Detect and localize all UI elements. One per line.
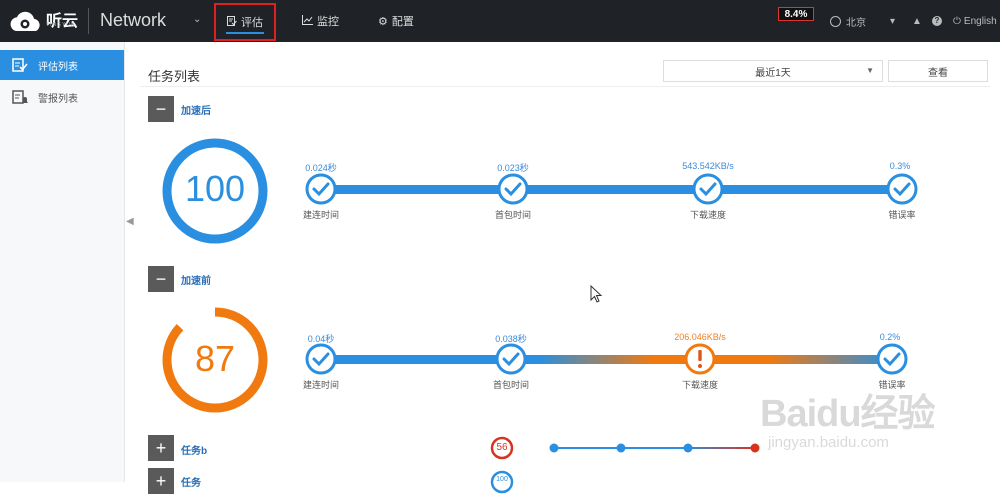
nav-config[interactable]: ⚙ 配置: [378, 0, 414, 42]
nav-monitor[interactable]: 监控: [302, 0, 339, 42]
metric-value: 0.024秒: [305, 163, 337, 173]
user-location: 北京: [846, 17, 866, 29]
cloud-logo-icon: [8, 11, 44, 33]
page-title: 任务列表: [148, 69, 201, 84]
mini-metric-track: [549, 443, 760, 453]
watermark-url: jingyan.baidu.com: [768, 434, 889, 451]
check-icon: [876, 343, 908, 375]
sidebar: 评估列表 警报列表: [0, 42, 125, 482]
percent-badge[interactable]: 8.4%: [778, 7, 814, 21]
view-button[interactable]: 查看: [888, 60, 988, 82]
mouse-cursor-icon: [590, 285, 602, 303]
power-icon: ⏻: [953, 15, 961, 27]
check-icon: [692, 173, 724, 205]
metric-label: 首包时间: [492, 380, 530, 390]
user-menu[interactable]: 北京: [830, 0, 866, 42]
task-label[interactable]: 任务b: [181, 442, 207, 457]
check-icon: [497, 173, 529, 205]
watermark-brand: Baidu经验: [760, 393, 936, 435]
chevron-down-icon[interactable]: ⌄: [193, 14, 201, 25]
sidebar-item-evaluations[interactable]: 评估列表: [0, 50, 124, 80]
language-switch[interactable]: ⏻ English: [953, 0, 997, 42]
watermark: Baidu经验 jingyan.baidu.com: [760, 372, 990, 462]
help-icon[interactable]: ?: [932, 0, 942, 42]
group-label: 加速前: [181, 276, 211, 287]
nav-evaluate[interactable]: 评估: [214, 3, 276, 41]
product-name[interactable]: Network: [100, 10, 166, 31]
metric-value: 0.038秒: [495, 334, 527, 344]
check-icon: [886, 173, 918, 205]
language-label: English: [963, 15, 997, 27]
header-divider: [88, 8, 89, 34]
alarm-list-icon: [12, 90, 28, 104]
metric-label: 下载速度: [681, 380, 719, 390]
checklist-icon: [12, 58, 28, 72]
metric-value: 0.04秒: [307, 334, 335, 344]
nav-config-label: 配置: [391, 16, 414, 28]
mini-score-value: 56: [496, 442, 508, 453]
metric-label: 错误率: [888, 210, 916, 220]
metric-value: 0.2%: [879, 332, 901, 342]
metric-label: 首包时间: [494, 210, 532, 220]
metric-label: 建连时间: [302, 210, 340, 220]
caret-down-icon[interactable]: ▾: [890, 0, 895, 42]
active-tab-indicator: [226, 32, 264, 34]
logo-subtitle: TINGYUN: [46, 22, 76, 28]
metric-value: 0.3%: [889, 161, 911, 171]
score-value: 87: [194, 338, 236, 379]
divider: [140, 86, 990, 87]
top-bar: 听云 TINGYUN Network ⌄ 评估 监控 ⚙ 配置 8.4% 北京 …: [0, 0, 1000, 42]
sidebar-item-label: 评估列表: [38, 61, 78, 73]
collapse-sidebar-icon[interactable]: ◀: [126, 216, 134, 227]
caret-down-icon: ▼: [866, 66, 874, 75]
metric-value: 0.023秒: [497, 163, 529, 173]
warning-icon: [684, 343, 716, 375]
expand-group-button[interactable]: +: [148, 435, 174, 461]
warning-icon[interactable]: ▲: [912, 0, 922, 42]
nav-monitor-label: 监控: [317, 16, 339, 28]
user-icon: [830, 15, 841, 27]
metric-track: [305, 173, 918, 205]
check-icon: [305, 343, 337, 375]
gear-icon: ⚙: [378, 15, 388, 28]
metric-value: 543.542KB/s: [682, 161, 734, 171]
score-value: 100: [184, 168, 246, 209]
time-range-select[interactable]: 最近1天 ▼: [663, 60, 883, 82]
collapse-group-button[interactable]: −: [148, 266, 174, 292]
check-icon: [305, 173, 337, 205]
group-label: 加速后: [181, 106, 211, 117]
report-icon: [227, 15, 237, 29]
nav-evaluate-label: 评估: [241, 17, 263, 29]
time-range-value: 最近1天: [755, 67, 791, 79]
metric-value: 206.046KB/s: [674, 332, 726, 342]
expand-group-button[interactable]: +: [148, 468, 174, 494]
chart-icon: [302, 14, 313, 28]
sidebar-item-label: 警报列表: [38, 93, 78, 105]
sidebar-item-alarms[interactable]: 警报列表: [0, 82, 124, 112]
metric-label: 下载速度: [689, 210, 727, 220]
metric-label: 建连时间: [302, 380, 340, 390]
check-icon: [495, 343, 527, 375]
collapse-group-button[interactable]: −: [148, 96, 174, 122]
